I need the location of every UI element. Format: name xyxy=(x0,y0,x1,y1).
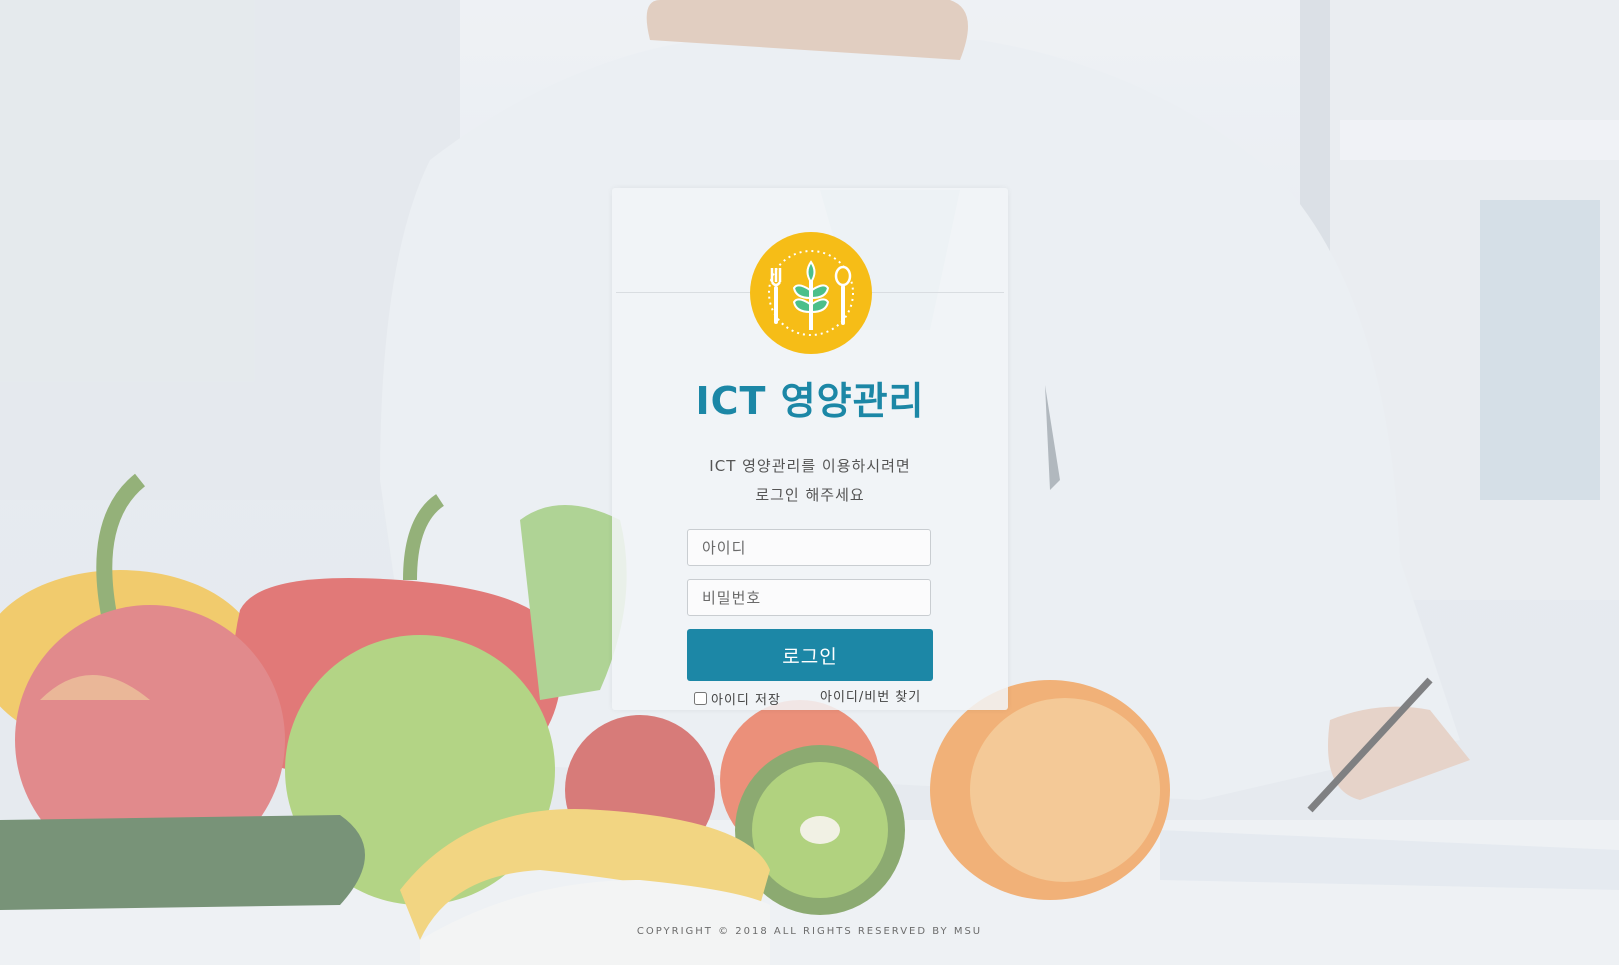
fork-wheat-spoon-icon xyxy=(750,232,872,354)
login-instruction: ICT 영양관리를 이용하시려면 로그인 해주세요 xyxy=(612,452,1008,510)
password-input[interactable] xyxy=(687,579,931,616)
copyright-text: COPYRIGHT © 2018 ALL RIGHTS RESERVED BY … xyxy=(636,926,983,937)
login-card: ICT 영양관리 ICT 영양관리를 이용하시려면 로그인 해주세요 로그인 아… xyxy=(612,188,1008,710)
remember-id-label: 아이디 저장 xyxy=(711,692,781,708)
user-id-input[interactable] xyxy=(687,529,931,566)
remember-id-checkbox[interactable] xyxy=(694,691,707,705)
instruction-line-2: 로그인 해주세요 xyxy=(755,486,865,504)
login-button[interactable]: 로그인 xyxy=(687,629,933,681)
app-title: ICT 영양관리 xyxy=(695,379,925,423)
remember-id-option[interactable]: 아이디 저장 xyxy=(694,688,781,708)
instruction-line-1: ICT 영양관리를 이용하시려면 xyxy=(709,457,911,475)
find-id-password-link[interactable]: 아이디/비번 찾기 xyxy=(820,688,921,708)
